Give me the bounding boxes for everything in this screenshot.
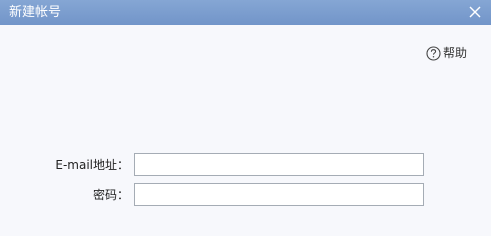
email-row: E-mail地址：: [0, 153, 491, 177]
password-input[interactable]: [134, 183, 424, 206]
help-link[interactable]: 帮助: [426, 45, 467, 61]
dialog-title: 新建帐号: [9, 5, 62, 20]
title-bar: 新建帐号: [0, 0, 491, 25]
help-label: 帮助: [443, 46, 468, 60]
help-circle-icon: [426, 45, 441, 61]
new-account-dialog: 新建帐号 帮助 E-mail地址： 密码：: [0, 0, 491, 236]
email-input[interactable]: [134, 153, 424, 176]
email-label: E-mail地址：: [55, 158, 129, 172]
password-row: 密码：: [0, 183, 491, 207]
close-icon[interactable]: [467, 4, 483, 20]
password-label: 密码：: [92, 188, 129, 202]
